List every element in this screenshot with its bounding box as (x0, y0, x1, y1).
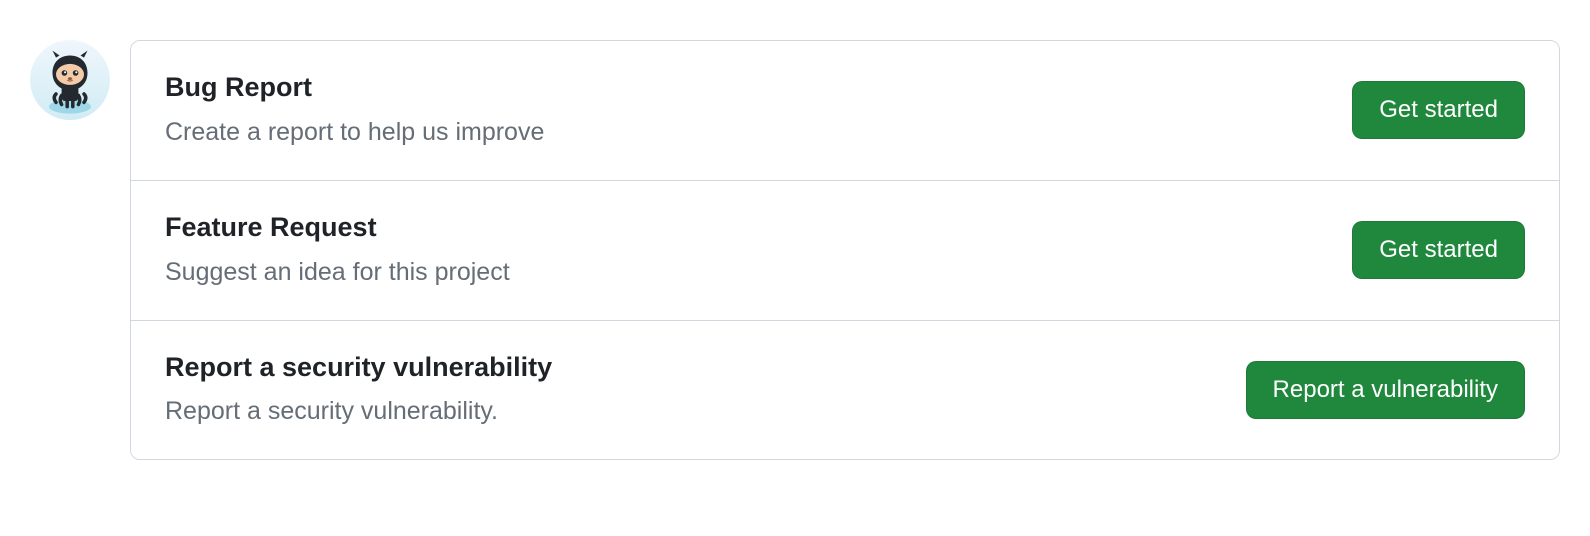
issue-template-text: Bug Report Create a report to help us im… (165, 71, 544, 150)
get-started-button[interactable]: Get started (1352, 81, 1525, 139)
report-vulnerability-button[interactable]: Report a vulnerability (1246, 361, 1525, 419)
issue-template-description: Suggest an idea for this project (165, 255, 510, 290)
issue-template-bug-report: Bug Report Create a report to help us im… (131, 41, 1559, 181)
issue-template-text: Feature Request Suggest an idea for this… (165, 211, 510, 290)
octocat-icon (35, 45, 105, 115)
issue-template-title: Report a security vulnerability (165, 351, 552, 385)
issue-template-description: Report a security vulnerability. (165, 394, 552, 429)
get-started-button[interactable]: Get started (1352, 221, 1525, 279)
issue-template-description: Create a report to help us improve (165, 115, 544, 150)
issue-template-title: Bug Report (165, 71, 544, 105)
user-avatar[interactable] (30, 40, 110, 120)
issue-template-title: Feature Request (165, 211, 510, 245)
issue-template-list: Bug Report Create a report to help us im… (130, 40, 1560, 460)
issue-template-feature-request: Feature Request Suggest an idea for this… (131, 181, 1559, 321)
issue-template-container: Bug Report Create a report to help us im… (30, 40, 1560, 460)
issue-template-security: Report a security vulnerability Report a… (131, 321, 1559, 460)
issue-template-text: Report a security vulnerability Report a… (165, 351, 552, 430)
